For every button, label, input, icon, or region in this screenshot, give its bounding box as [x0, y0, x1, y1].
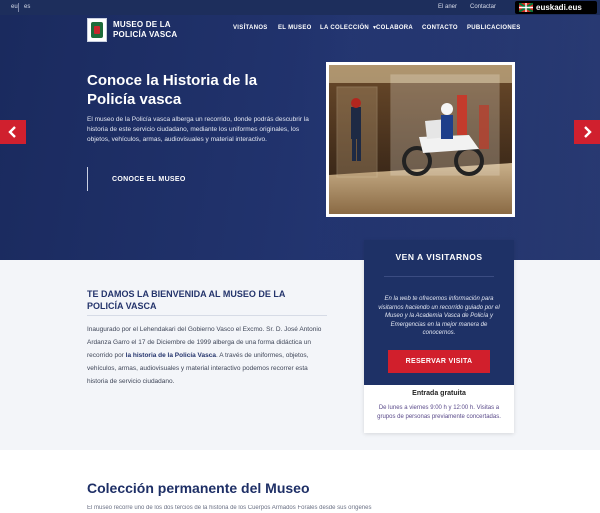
- top-link-1[interactable]: El aner: [438, 4, 457, 10]
- welcome-text: Inaugurado por el Lehendakari del Gobier…: [87, 326, 322, 385]
- euskadi-flag-icon: [519, 3, 533, 12]
- welcome-title: TE DAMOS LA BIENVENIDA AL MUSEO DE LA PO…: [87, 289, 286, 311]
- history-link[interactable]: la historia de la Policía Vasca: [126, 352, 216, 359]
- chevron-left-icon: [8, 126, 16, 138]
- collection-text: El museo recorre uno de los dos tercios …: [87, 505, 372, 511]
- carousel-next-button[interactable]: [574, 120, 600, 144]
- top-link-contact[interactable]: Contactar: [470, 4, 496, 10]
- visit-card: VEN A VISITARNOS En la web te ofrecemos …: [364, 240, 514, 433]
- site-logo[interactable]: MUSEO DE LA POLICÍA VASCA: [87, 18, 177, 42]
- nav-item-la-coleccion[interactable]: LA COLECCIÓN ▼: [320, 25, 377, 31]
- nav-label-la-coleccion: LA COLECCIÓN: [320, 25, 370, 31]
- collection-title: Colección permanente del Museo: [87, 480, 310, 496]
- language-es-link[interactable]: es: [24, 4, 30, 10]
- nav-item-colabora[interactable]: COLABORA: [376, 25, 413, 31]
- nav-item-publicaciones[interactable]: PUBLICACIONES: [467, 25, 521, 31]
- free-entry-label: Entrada gratuita: [412, 390, 466, 397]
- conoce-museo-button[interactable]: CONOCE EL MUSEO: [87, 167, 186, 191]
- euskadi-label: euskadi.eus: [536, 3, 582, 12]
- top-utility-bar: eu es El aner Contactar euskadi.eus: [0, 0, 600, 15]
- welcome-divider: [87, 315, 327, 316]
- hero-description: El museo de la Policía vasca alberga un …: [87, 116, 309, 143]
- visit-divider: [384, 276, 494, 277]
- nav-item-visitanos[interactable]: VISÍTANOS: [233, 25, 268, 31]
- language-eu-link[interactable]: eu: [11, 4, 18, 10]
- visit-title: VEN A VISITARNOS: [395, 252, 483, 262]
- hero-title: Conoce la Historia de la Policía vasca: [87, 72, 258, 108]
- euskadi-logo-link[interactable]: euskadi.eus: [515, 1, 597, 14]
- reservar-visita-button[interactable]: RESERVAR VISITA: [388, 350, 490, 373]
- nav-item-el-museo[interactable]: EL MUSEO: [278, 25, 312, 31]
- logo-line-2: POLICÍA VASCA: [113, 30, 178, 39]
- museum-badge-icon: [87, 18, 107, 42]
- language-separator: [18, 3, 19, 12]
- logo-line-1: MUSEO DE LA: [113, 20, 171, 29]
- visit-hours: De lunes a viernes 9:00 h y 12:00 h. Vis…: [377, 405, 501, 420]
- chevron-right-icon: [584, 126, 592, 138]
- museum-exhibit-photo: [326, 62, 515, 217]
- visit-description: En la web te ofrecemos información para …: [378, 296, 500, 336]
- nav-item-contacto[interactable]: CONTACTO: [422, 25, 458, 31]
- carousel-prev-button[interactable]: [0, 120, 26, 144]
